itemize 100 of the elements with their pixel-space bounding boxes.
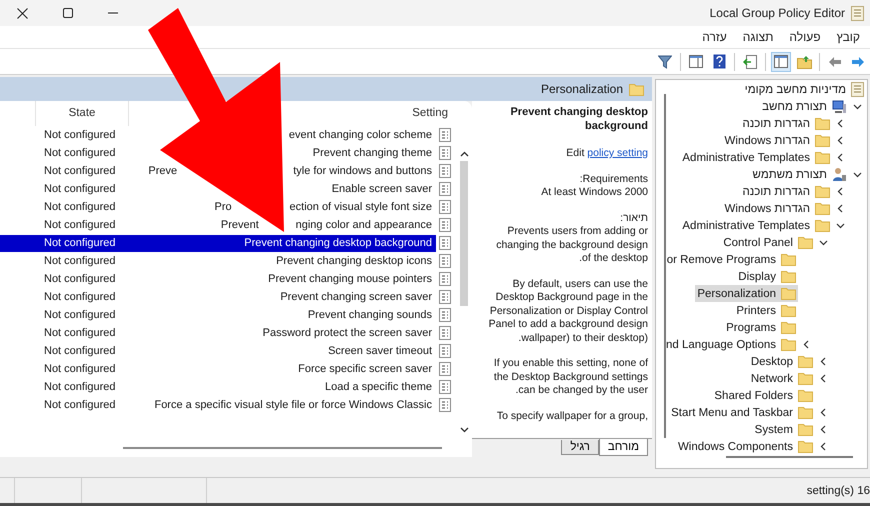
folder-icon	[815, 134, 830, 147]
state-cell-text: Not configured	[44, 219, 117, 231]
tree-item[interactable]: Desktop	[748, 353, 815, 370]
chevron-left-icon[interactable]	[836, 153, 845, 162]
state-cell-text: Not configured	[44, 129, 117, 141]
list-row[interactable]: Not configured event changing color scheme	[0, 126, 436, 144]
setting-icon	[439, 362, 451, 376]
list-row[interactable]: Not configured Load a specific theme	[0, 378, 436, 396]
list-row[interactable]: Not configured Enable screen saver	[0, 180, 436, 198]
chevron-left-icon[interactable]	[819, 374, 828, 383]
setting-icon	[439, 380, 451, 394]
setting-cell: Prevent changing desktop background	[244, 237, 432, 249]
setting-cell: nging color and appearance	[296, 219, 432, 231]
chevron-down-icon[interactable]	[853, 170, 862, 179]
chevron-left-icon[interactable]	[836, 204, 845, 213]
list-row[interactable]: Not configured Screen saver timeout	[0, 342, 436, 360]
folder-icon	[781, 321, 796, 334]
scroll-up-icon[interactable]	[460, 151, 468, 157]
tree-item[interactable]: Programs	[724, 319, 798, 336]
menu-item[interactable]: פעולה	[783, 28, 827, 46]
chevron-down-icon[interactable]	[819, 238, 828, 247]
list-row[interactable]: Not configured Prevent changing theme	[0, 144, 436, 162]
list-row[interactable]: Not configured Preve tyle for windows and buttons	[0, 162, 436, 180]
requirements-label: :Requirements	[578, 172, 648, 186]
tree-item[interactable]: Control Panel	[721, 234, 815, 251]
computer-icon	[832, 100, 847, 114]
maximize-icon	[62, 8, 72, 18]
tree-item[interactable]: Administrative Templates	[680, 149, 832, 166]
tree-item[interactable]: תצורת מחשב	[760, 98, 849, 115]
tree-item[interactable]: Shared Folders	[712, 387, 815, 404]
policy-link[interactable]: policy setting	[587, 147, 648, 159]
menu-item[interactable]: קובץ	[830, 28, 866, 46]
tree-item[interactable]: תצורת משתמש	[750, 166, 849, 183]
list-row[interactable]: Not configured Prevent changing sounds	[0, 306, 436, 324]
scroll-down-icon[interactable]	[460, 427, 468, 433]
list-row[interactable]: Not configured Prevent changing mouse pointers	[0, 270, 436, 288]
status-text: setting(s) 16	[806, 484, 870, 496]
chevron-left-icon[interactable]	[836, 136, 845, 145]
tree-item[interactable]: הגדרות תוכנה	[740, 115, 832, 132]
chevron-left-icon[interactable]	[802, 340, 811, 349]
folder-icon	[781, 287, 796, 300]
chevron-left-icon[interactable]	[819, 442, 828, 451]
description-title: Prevent changing desktop background	[509, 106, 648, 133]
folder-icon	[781, 304, 796, 317]
tree-item[interactable]: Network	[748, 370, 815, 387]
folder-icon	[781, 253, 796, 266]
tree-item[interactable]: nd Language Options	[664, 336, 798, 353]
folder-icon	[798, 423, 813, 436]
list-row[interactable]: Not configured Prevent changing screen saver	[0, 288, 436, 306]
list-row[interactable]: Not configured Prevent changing desktop background	[0, 234, 436, 252]
description-text: If you enable this setting, none of the Desktop Background settings .can be changed by the user	[492, 357, 648, 398]
folder-icon	[815, 219, 830, 232]
setting-icon	[439, 254, 451, 268]
setting-icon	[439, 128, 451, 142]
list-row[interactable]: Not configured Force a specific visual style file or force Windows Classic	[0, 396, 436, 414]
scrollbar-thumb[interactable]	[460, 161, 468, 306]
menu-item[interactable]: תצוגה	[736, 28, 780, 46]
close-icon	[17, 8, 28, 18]
tree-item[interactable]: or Remove Programs	[664, 251, 798, 268]
folder-icon	[815, 151, 830, 164]
tree-item[interactable]: Printers	[734, 302, 798, 319]
chevron-left-icon[interactable]	[836, 187, 845, 196]
user-icon	[832, 167, 847, 182]
setting-cell: Pro	[214, 201, 232, 213]
tree-item[interactable]: Personalization	[695, 285, 798, 302]
chevron-left-icon[interactable]	[819, 408, 828, 417]
chevron-left-icon[interactable]	[836, 119, 845, 128]
menu-item[interactable]: עזרה	[696, 28, 733, 46]
tree-item[interactable]: הגדרות Windows	[722, 200, 832, 217]
setting-cell: tyle for windows and buttons	[293, 165, 432, 177]
list-row[interactable]: Not configured Pro ection of visual style font size	[0, 198, 436, 216]
setting-icon	[439, 146, 451, 160]
view-tab[interactable]: מורחב	[598, 439, 648, 456]
tree-item[interactable]: Windows Components	[676, 438, 815, 455]
state-cell-text: Not configured	[44, 399, 117, 411]
tree-item[interactable]: Start Menu and Taskbar	[669, 404, 815, 421]
tree-item[interactable]: Administrative Templates	[680, 217, 832, 234]
pane-icon	[774, 55, 788, 68]
list-row[interactable]: Not configured Password protect the screen saver	[0, 324, 436, 342]
list-row[interactable]: Not configured Prevent nging color and appearance	[0, 216, 436, 234]
tree-item[interactable]: Display	[736, 268, 798, 285]
setting-cell: Prevent changing theme	[312, 147, 432, 159]
view-tab[interactable]: רגיל	[561, 440, 599, 455]
tree-item[interactable]: הגדרות תוכנה	[740, 183, 832, 200]
column-header[interactable]: Setting	[129, 101, 456, 126]
filter-icon	[658, 54, 672, 68]
column-header[interactable]: State	[35, 101, 129, 126]
chevron-down-icon[interactable]	[853, 102, 862, 111]
folder-icon	[798, 440, 813, 453]
chevron-down-icon[interactable]	[836, 221, 845, 230]
setting-cell: Enable screen saver	[332, 183, 432, 195]
list-row[interactable]: Not configured Prevent changing desktop icons	[0, 252, 436, 270]
chevron-left-icon[interactable]	[819, 425, 828, 434]
show-pane-button[interactable]	[771, 52, 791, 72]
tree-item[interactable]: System	[752, 421, 815, 438]
list-row[interactable]: Not configured Force specific screen saver	[0, 360, 436, 378]
tree-item[interactable]: הגדרות Windows	[722, 132, 832, 149]
chevron-left-icon[interactable]	[819, 357, 828, 366]
folder-icon	[815, 202, 830, 215]
tree-item[interactable]: מדיניות מחשב מקומי	[742, 81, 866, 98]
